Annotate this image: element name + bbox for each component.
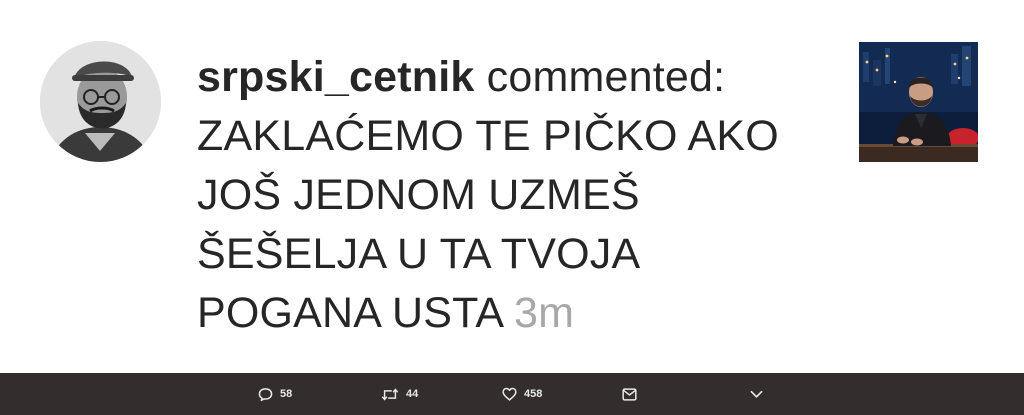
comment-notification: srpski_cetnik commented: ZAKLAĆEMO TE PI… — [0, 0, 1024, 373]
username[interactable]: srpski_cetnik — [197, 53, 474, 101]
comment-text: srpski_cetnik commented: ZAKLAĆEMO TE PI… — [197, 48, 837, 343]
avatar-image — [40, 41, 161, 162]
avatar[interactable] — [40, 41, 161, 162]
comment-line: JOŠ JEDNOM UZMEŠ — [197, 171, 640, 219]
timestamp: 3m — [514, 289, 575, 337]
chevron-down-icon — [750, 390, 763, 398]
retweet-count: 44 — [406, 388, 419, 400]
like-button[interactable]: 458 — [502, 384, 542, 404]
retweet-icon — [381, 387, 399, 401]
post-thumbnail[interactable] — [859, 42, 978, 162]
comment-line: ZAKLAĆEMO TE PIČKO AKO — [197, 112, 779, 160]
more-options-button[interactable] — [750, 384, 763, 404]
tweet-action-bar: 58 44 458 — [0, 373, 1024, 415]
heart-icon — [502, 387, 517, 401]
post-thumbnail-image — [859, 42, 978, 162]
comment-line: POGANA USTA — [197, 289, 502, 337]
retweet-button[interactable]: 44 — [381, 384, 418, 404]
reply-count: 58 — [280, 388, 293, 400]
direct-message-button[interactable] — [622, 384, 637, 404]
reply-icon — [258, 387, 273, 401]
reply-button[interactable]: 58 — [258, 384, 292, 404]
comment-line: ŠEŠELJA U TA TVOJA — [197, 230, 641, 278]
comment-action: commented: — [486, 53, 726, 101]
envelope-icon — [622, 387, 637, 401]
like-count: 458 — [524, 388, 543, 400]
